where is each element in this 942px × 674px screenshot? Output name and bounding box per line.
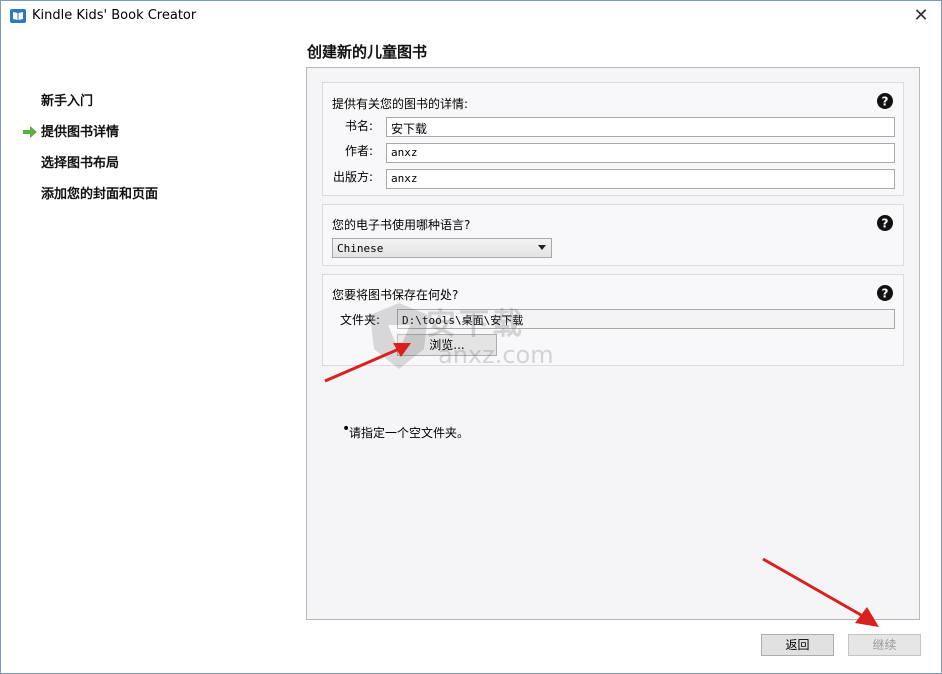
browse-button[interactable]: 浏览... [397,334,497,356]
empty-folder-hint: • 请指定一个空文件夹。 [342,421,470,441]
svg-text:?: ? [882,95,889,109]
main-panel: 提供有关您的图书的详情: ? 书名: 安下载 作者: anxz 出版方: anx… [306,67,920,620]
wizard-sidebar: 新手入门 提供图书详情 选择图书布局 添加您的封面和页面 [1,31,301,671]
language-select[interactable]: Chinese [332,238,552,258]
back-button[interactable]: 返回 [761,634,834,656]
publisher-field-label: 出版方: [332,170,373,184]
bullet-icon: • [342,421,351,437]
author-input[interactable]: anxz [386,143,895,163]
continue-button[interactable]: 继续 [848,634,921,656]
save-location-group: 您要将图书保存在何处? ? 文件夹: D:\tools\桌面\安下载 浏览... [322,274,904,366]
help-icon[interactable]: ? [877,93,893,109]
window-title: Kindle Kids' Book Creator [32,8,197,23]
sidebar-item-add-cover-pages[interactable]: 添加您的封面和页面 [41,183,158,202]
close-icon[interactable]: ✕ [909,4,933,28]
author-field-label: 作者: [344,144,373,158]
svg-text:?: ? [882,287,889,301]
folder-path-input[interactable]: D:\tools\桌面\安下载 [397,309,895,329]
save-location-label: 您要将图书保存在何处? [332,288,459,302]
sidebar-item-choose-layout[interactable]: 选择图书布局 [41,152,119,171]
sidebar-item-getting-started[interactable]: 新手入门 [41,90,93,109]
book-details-group: 提供有关您的图书的详情: ? 书名: 安下载 作者: anxz 出版方: anx… [322,82,904,196]
publisher-input[interactable]: anxz [386,169,895,189]
app-window: Kindle Kids' Book Creator ✕ 新手入门 提供图书详情 … [0,0,942,674]
title-bar: Kindle Kids' Book Creator ✕ [1,1,941,31]
hint-text: 请指定一个空文件夹。 [349,426,470,440]
language-group: 您的电子书使用哪种语言? ? Chinese [322,204,904,266]
sidebar-item-book-details[interactable]: 提供图书详情 [41,121,119,140]
chevron-down-icon [538,245,546,250]
current-step-arrow-icon [23,126,37,138]
folder-field-label: 文件夹: [339,313,380,327]
title-field-label: 书名: [344,119,373,133]
language-select-value: Chinese [337,242,384,255]
page-title: 创建新的儿童图书 [307,43,428,61]
svg-text:?: ? [882,217,889,231]
language-label: 您的电子书使用哪种语言? [332,218,471,232]
title-input[interactable]: 安下载 [386,117,895,137]
help-icon[interactable]: ? [877,285,893,301]
help-icon[interactable]: ? [877,215,893,231]
book-app-icon [10,9,26,23]
book-details-label: 提供有关您的图书的详情: [332,97,469,111]
